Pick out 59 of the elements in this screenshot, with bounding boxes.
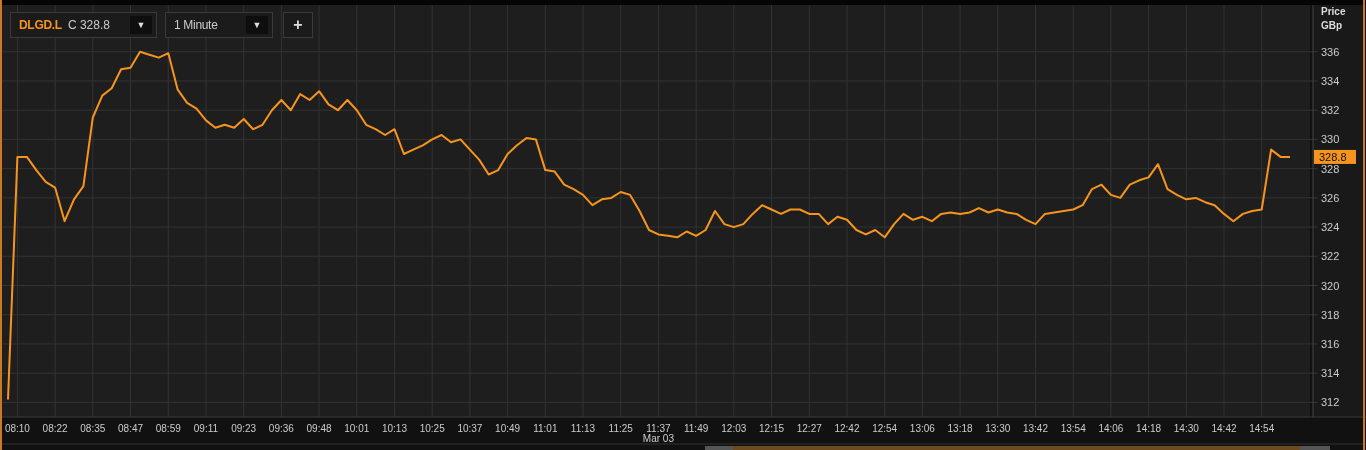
x-tick-label: 10:01 — [344, 423, 370, 434]
x-tick-label: 11:49 — [684, 423, 709, 434]
x-tick-label: 10:49 — [495, 423, 521, 434]
y-tick-label: 332 — [1321, 104, 1340, 117]
x-tick-label: 08:10 — [4, 423, 30, 434]
y-tick-label: 328 — [1321, 162, 1340, 175]
x-tick-label: 13:18 — [947, 423, 973, 434]
y-tick-label: 326 — [1321, 191, 1340, 204]
x-tick-label: 14:30 — [1173, 423, 1199, 434]
x-tick-label: 13:06 — [909, 423, 935, 434]
x-tick-label: 12:03 — [721, 423, 747, 434]
x-tick-label: 13:54 — [1060, 423, 1086, 434]
x-tick-label: 08:22 — [42, 423, 68, 434]
axis-title: Price — [1321, 6, 1346, 17]
x-tick-label: 10:13 — [381, 423, 407, 434]
add-button[interactable]: + — [282, 12, 313, 38]
x-tick-label: 12:27 — [796, 423, 822, 434]
x-tick-label: 08:59 — [155, 423, 181, 434]
y-tick-label: 318 — [1321, 308, 1340, 321]
y-tick-label: 324 — [1321, 221, 1340, 234]
x-tick-label: 10:25 — [419, 423, 445, 434]
y-tick-label: 322 — [1321, 250, 1340, 263]
x-tick-label: 11:37 — [646, 423, 671, 434]
y-tick-label: 336 — [1321, 45, 1340, 58]
x-tick-label: 13:42 — [1022, 423, 1048, 434]
y-tick-label: 312 — [1321, 396, 1340, 409]
y-tick-label: 314 — [1321, 367, 1340, 380]
dropdown-caret-button[interactable]: ▼ — [245, 16, 268, 34]
x-tick-label: 09:36 — [268, 423, 294, 434]
x-tick-label: 09:48 — [306, 423, 332, 434]
x-tick-label: 12:54 — [872, 423, 898, 434]
x-tick-label: 12:15 — [759, 423, 785, 434]
x-tick-label: 11:13 — [570, 423, 596, 434]
scrollbar[interactable] — [705, 446, 1330, 450]
y-tick-label: 320 — [1321, 279, 1340, 292]
x-tick-label: 11:25 — [608, 423, 633, 434]
symbol-label: DLGD.L — [19, 18, 62, 32]
dropdown-caret-button[interactable]: ▼ — [129, 16, 152, 34]
axis-unit-label: GBp — [1321, 20, 1343, 31]
x-tick-label: 10:37 — [457, 423, 483, 434]
x-tick-label: 12:42 — [834, 423, 860, 434]
interval-label: 1 Minute — [173, 18, 219, 32]
x-tick-label: 09:11 — [193, 423, 219, 434]
quote-label: C 328.8 — [67, 18, 110, 32]
y-tick-label: 330 — [1321, 133, 1340, 146]
x-tick-label: 08:35 — [80, 423, 106, 434]
x-tick-label: 14:42 — [1211, 423, 1237, 434]
y-tick-label: 316 — [1321, 337, 1340, 350]
x-tick-label: 14:06 — [1098, 423, 1124, 434]
symbol-dropdown[interactable]: DLGD.L C 328.8 ▼ — [10, 12, 157, 38]
x-tick-label: 14:54 — [1249, 423, 1275, 434]
date-label: Mar 03 — [642, 433, 674, 444]
x-tick-label: 09:23 — [231, 423, 257, 434]
x-tick-label: 13:30 — [985, 423, 1011, 434]
x-tick-label: 11:01 — [533, 423, 558, 434]
x-tick-label: 08:47 — [118, 423, 144, 434]
y-tick-label: 334 — [1321, 74, 1340, 87]
interval-dropdown[interactable]: 1 Minute ▼ — [164, 12, 273, 38]
x-tick-label: 14:18 — [1136, 423, 1162, 434]
